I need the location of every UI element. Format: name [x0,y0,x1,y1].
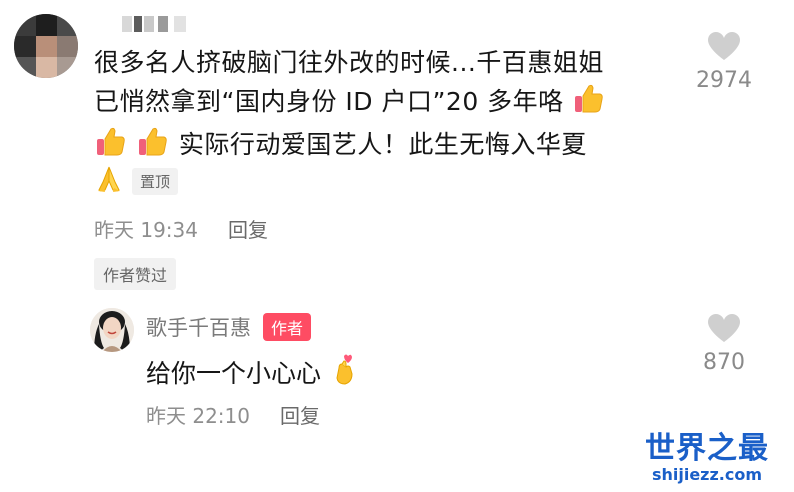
heart-icon[interactable] [706,32,742,66]
comment-like-count: 2974 [696,68,752,93]
comment-line-1: 很多名人挤破脑门往外改的时候...千百惠姐姐 [94,48,604,77]
heart-icon[interactable] [706,314,742,348]
comment-like-button[interactable]: 2974 [684,30,764,93]
thumbs-up-emoji-icon [137,125,169,168]
reply-body: 给你一个小心心 [146,354,361,396]
reply-text: 给你一个小心心 [146,359,322,388]
reply-reply-button[interactable]: 回复 [280,400,320,429]
reply-like-count: 870 [703,350,745,375]
comment-line-3-wrapper: 实际行动爱国艺人！此生无悔入华夏 [94,125,654,168]
commenter-name-censored[interactable] [122,16,192,32]
reply-author-avatar[interactable] [90,308,134,352]
thumbs-up-emoji-icon [573,82,605,125]
watermark-title: 世界之最 [645,431,769,466]
finger-heart-emoji-icon [330,354,360,396]
comment-meta: 昨天 19:34 回复 [94,214,268,243]
comment-reply-button[interactable]: 回复 [228,214,268,243]
folded-hands-emoji-icon [94,164,124,198]
reply-like-button[interactable]: 870 [684,312,764,375]
comment-body: 很多名人挤破脑门往外改的时候...千百惠姐姐 已悄然拿到“国内身份 ID 户口”… [94,44,654,168]
reply-author-name[interactable]: 歌手千百惠 [146,312,251,342]
pinned-tag: 置顶 [132,167,179,195]
comment-time: 昨天 19:34 [94,218,198,242]
author-tag: 作者 [263,313,312,341]
pinned-row: 置顶 [94,164,179,198]
comment-line-3: 实际行动爱国艺人！此生无悔入华夏 [178,130,587,159]
site-watermark: 世界之最 shijiezz.com [632,423,782,484]
author-liked-badge: 作者赞过 [94,258,177,290]
reply-author-row: 歌手千百惠 作者 [146,312,312,342]
comment-line-2: 已悄然拿到“国内身份 ID 户口”20 多年咯 [94,87,564,116]
reply-meta: 昨天 22:10 回复 [146,400,320,429]
reply-time: 昨天 22:10 [146,404,250,428]
thumbs-up-emoji-icon [95,125,127,168]
comment-line-2-wrapper: 已悄然拿到“国内身份 ID 户口”20 多年咯 [94,82,654,125]
watermark-url: shijiezz.com [651,465,763,484]
commenter-avatar[interactable] [14,14,78,78]
